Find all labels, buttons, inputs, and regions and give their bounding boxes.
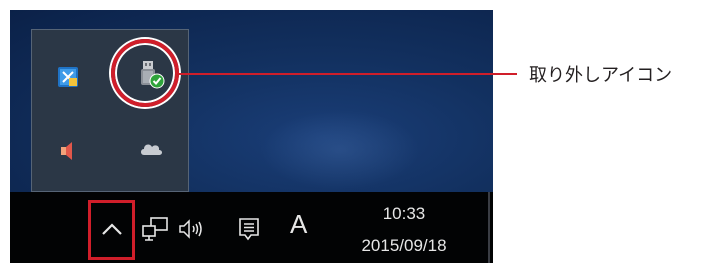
network-icon[interactable] [140,216,170,242]
usb-eject-highlight-circle [111,39,179,107]
show-hidden-icons-button[interactable] [88,200,135,260]
desktop-background [10,10,493,192]
taskbar: A 10:33 2015/09/18 [10,192,493,263]
chevron-up-icon [101,221,123,240]
show-desktop-divider[interactable] [488,192,490,263]
wallpaper-glow [260,110,420,190]
volume-icon[interactable] [176,216,206,242]
ime-mode-indicator[interactable]: A [290,208,307,240]
ime-pad-icon[interactable] [52,61,84,93]
clock[interactable]: 10:33 2015/09/18 [334,198,474,258]
callout-label: 取り外しアイコン [529,65,673,86]
clock-date: 2015/09/18 [361,236,447,255]
clock-time: 10:33 [382,204,426,223]
action-center-icon[interactable] [234,216,264,242]
onedrive-cloud-icon[interactable] [135,133,167,165]
speaker-icon[interactable] [52,135,84,167]
callout-line [179,73,517,75]
